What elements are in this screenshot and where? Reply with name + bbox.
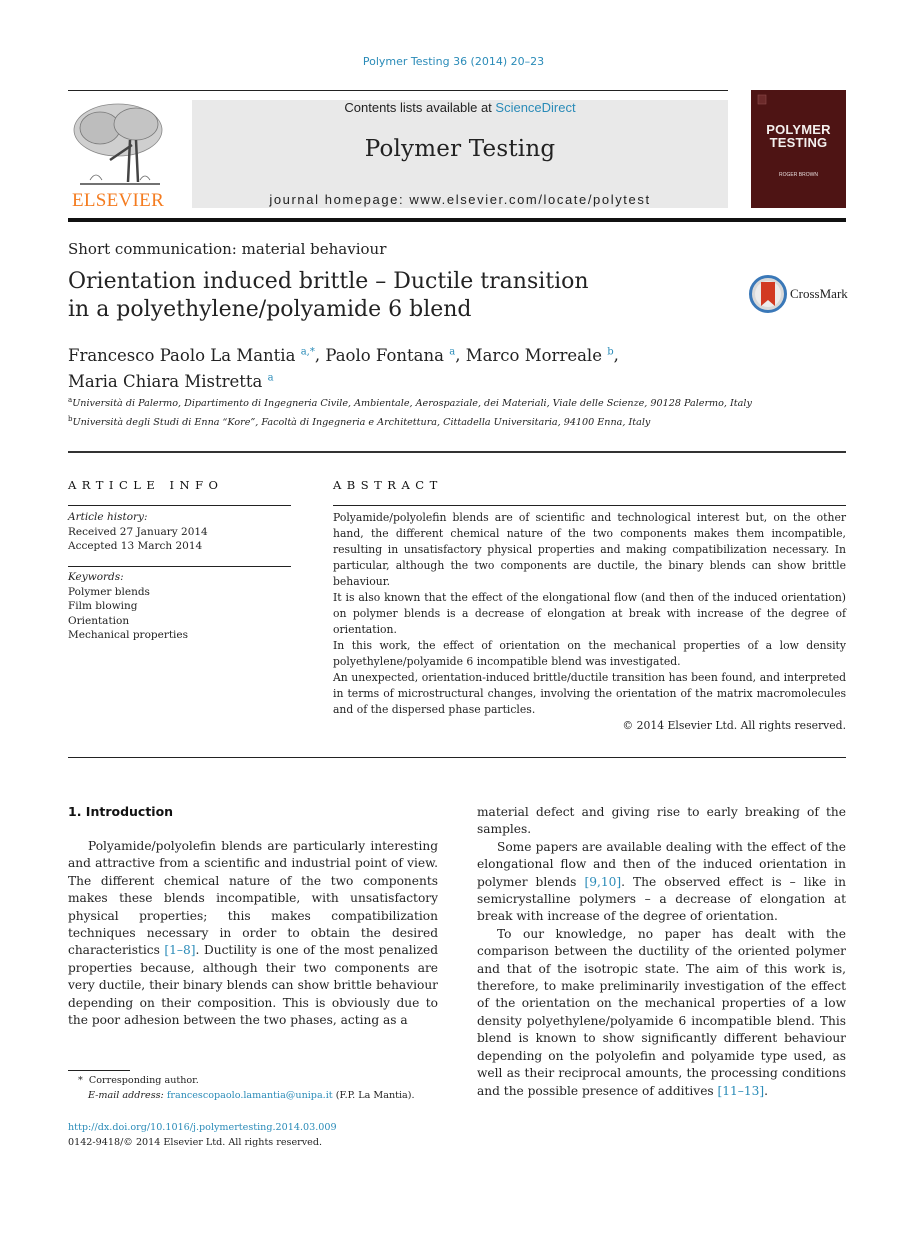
article-title-line2: in a polyethylene/polyamide 6 blend	[68, 297, 472, 322]
accepted-date: Accepted 13 March 2014	[68, 540, 203, 552]
author-affiliation-mark[interactable]: a	[268, 373, 274, 384]
affiliation-text: Università di Palermo, Dipartimento di I…	[72, 398, 752, 410]
abstract-paragraph: In this work, the effect of orientation …	[333, 639, 846, 668]
abstract-paragraph: Polyamide/polyolefin blends are of scien…	[333, 511, 846, 588]
crossmark-label[interactable]: CrossMark	[790, 286, 848, 302]
abstract-heading: ABSTRACT	[333, 478, 443, 492]
received-date: Received 27 January 2014	[68, 525, 208, 538]
author-name: Francesco Paolo La Mantia	[68, 345, 296, 365]
affiliation-text: Università degli Studi di Enna “Kore”, F…	[72, 416, 651, 428]
keyword: Mechanical properties	[68, 629, 189, 641]
abstract-paragraph: It is also known that the effect of the …	[333, 591, 846, 636]
body-paragraph: To our knowledge, no paper has dealt wit…	[477, 926, 846, 1100]
article-title: Orientation induced brittle – Ductile tr…	[68, 268, 628, 324]
author-separator: ,	[455, 345, 466, 365]
email-suffix: (F.P. La Mantia).	[332, 1089, 415, 1101]
footnote-text: Corresponding author.	[88, 1075, 199, 1086]
affiliations: aUniversità di Palermo, Dipartimento di …	[68, 393, 848, 430]
elsevier-wordmark[interactable]: ELSEVIER	[68, 190, 168, 212]
abstract-paragraph: An unexpected, orientation-induced britt…	[333, 671, 846, 716]
abstract-rule	[333, 505, 846, 506]
body-text: Polyamide/polyolefin blends are particul…	[68, 839, 438, 958]
keywords: Keywords: Polymer blends Film blowing Or…	[68, 570, 188, 643]
doi-link[interactable]: http://dx.doi.org/10.1016/j.polymertesti…	[68, 1121, 468, 1136]
header-rule	[68, 90, 728, 91]
elsevier-tree-logo-icon[interactable]	[70, 100, 166, 188]
keywords-rule	[68, 566, 291, 567]
email-label: E-mail address:	[88, 1089, 164, 1101]
crossmark-icon[interactable]	[749, 275, 787, 313]
citation-link[interactable]: [9,10]	[584, 875, 621, 889]
body-text: To our knowledge, no paper has dealt wit…	[477, 926, 846, 1098]
keyword: Film blowing	[68, 600, 138, 612]
sciencedirect-link[interactable]: ScienceDirect	[495, 100, 575, 115]
cover-title: POLYMER TESTING	[751, 123, 846, 149]
citation-link[interactable]: [11–13]	[718, 1084, 765, 1098]
article-title-line1: Orientation induced brittle – Ductile tr…	[68, 269, 589, 294]
doi-block: http://dx.doi.org/10.1016/j.polymertesti…	[68, 1121, 468, 1150]
author[interactable]: Francesco Paolo La Mantia a,*	[68, 346, 315, 365]
body-paragraph: material defect and giving rise to early…	[477, 805, 846, 837]
author-name: Maria Chiara Mistretta	[68, 372, 263, 391]
footnote-mark: *	[78, 1075, 83, 1086]
journal-title: Polymer Testing	[364, 136, 556, 162]
author-list: Francesco Paolo La Mantia a,*, Paolo Fon…	[68, 340, 768, 393]
author[interactable]: Marco Morreale b	[466, 346, 614, 365]
journal-reference-link[interactable]: Polymer Testing 36 (2014) 20–23	[0, 55, 907, 68]
body-text: .	[764, 1083, 769, 1098]
author-name: Marco Morreale	[465, 345, 602, 365]
footnote-rule	[68, 1070, 130, 1071]
cover-editor: ROGER BROWN	[779, 172, 818, 178]
section-type: Short communication: material behaviour	[68, 240, 387, 258]
affiliations-rule	[68, 451, 846, 453]
abstract-body: Polyamide/polyolefin blends are of scien…	[333, 510, 846, 734]
article-history-label: Article history:	[68, 511, 148, 523]
front-matter-rule	[68, 757, 846, 758]
article-info-heading: ARTICLE INFO	[68, 478, 224, 492]
article-history: Article history: Received 27 January 201…	[68, 510, 208, 554]
email-note: E-mail address: francescopaolo.lamantia@…	[68, 1089, 458, 1104]
author-affiliation-mark[interactable]: a,*	[301, 346, 315, 357]
author-separator: ,	[613, 345, 619, 365]
keywords-label: Keywords:	[68, 571, 124, 583]
cover-title-line2: TESTING	[769, 135, 828, 150]
affiliation: bUniversità degli Studi di Enna “Kore”, …	[68, 412, 848, 431]
header-thick-rule	[68, 218, 846, 222]
journal-homepage[interactable]: journal homepage: www.elsevier.com/locat…	[192, 192, 728, 207]
keyword: Polymer blends	[68, 585, 150, 598]
email-link[interactable]: francescopaolo.lamantia@unipa.it	[167, 1090, 333, 1101]
issn-copyright: 0142-9418/© 2014 Elsevier Ltd. All right…	[68, 1136, 323, 1148]
citation-link[interactable]: [1–8]	[164, 943, 195, 957]
corresponding-author-note: * Corresponding author.	[68, 1074, 458, 1089]
author-name: Paolo Fontana	[325, 345, 444, 365]
body-paragraph: Polyamide/polyolefin blends are particul…	[68, 838, 438, 1029]
abstract-copyright: © 2014 Elsevier Ltd. All rights reserved…	[622, 719, 846, 732]
cover-elsevier-mini-logo-icon	[757, 94, 767, 105]
contents-availability: Contents lists available at ScienceDirec…	[192, 100, 728, 115]
author[interactable]: Maria Chiara Mistretta a	[68, 372, 274, 391]
affiliation: aUniversità di Palermo, Dipartimento di …	[68, 393, 848, 412]
author-separator: ,	[314, 345, 326, 365]
contents-prefix: Contents lists available at	[344, 100, 496, 115]
article-info-rule	[68, 505, 291, 506]
body-paragraph: Some papers are available dealing with t…	[477, 839, 846, 926]
footnotes: * Corresponding author. E-mail address: …	[68, 1074, 458, 1103]
section-heading-introduction: 1. Introduction	[68, 804, 174, 819]
author[interactable]: Paolo Fontana a	[325, 346, 455, 365]
body-column-right: material defect and giving rise to early…	[477, 804, 846, 1100]
keyword: Orientation	[68, 614, 130, 627]
body-column-left: Polyamide/polyolefin blends are particul…	[68, 838, 438, 1029]
